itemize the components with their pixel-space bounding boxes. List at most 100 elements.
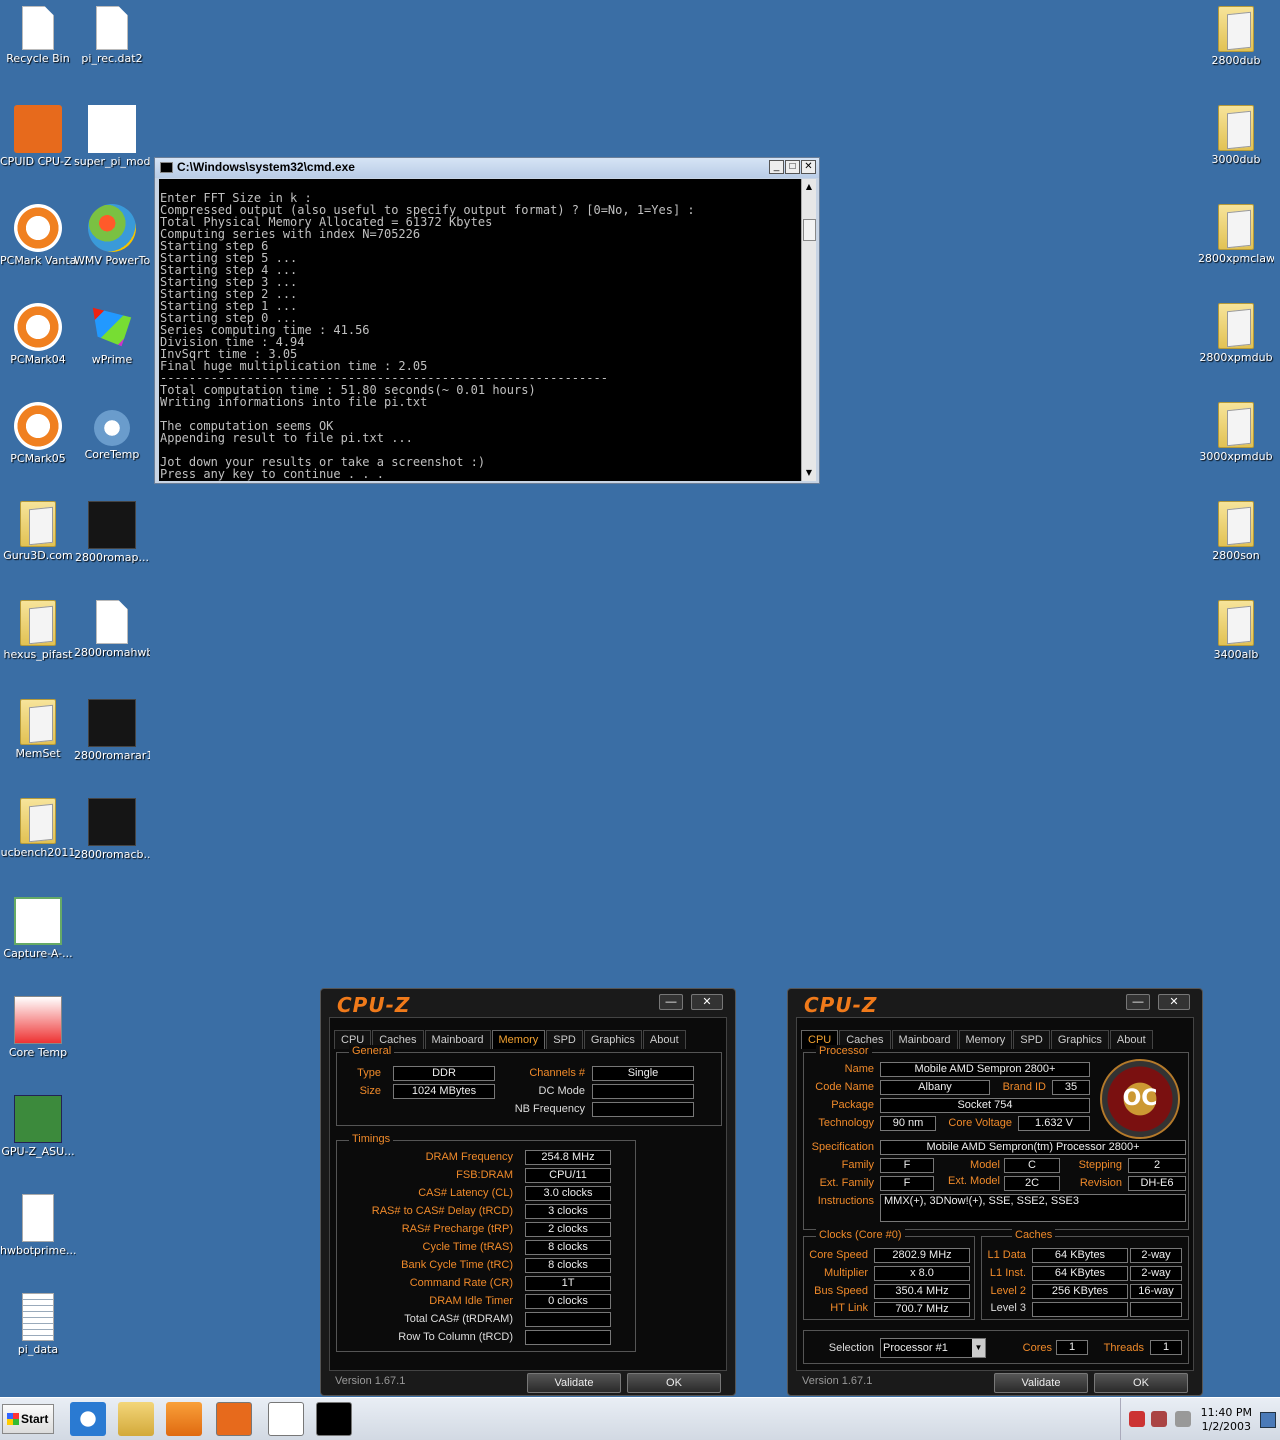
folder-icon [1218, 204, 1254, 250]
timing-label: DRAM Frequency [425, 1151, 513, 1163]
desktop-icon[interactable]: 2800xpmdub [1198, 303, 1274, 364]
desktop-icon[interactable]: PCMark04 [0, 303, 76, 366]
desktop-icon[interactable]: PCMark Vantage [0, 204, 76, 267]
cpuz-cpu-window[interactable]: CPU-Z — ✕ CPU Caches Mainboard Memory SPD Gra… [787, 988, 1203, 1396]
minimize-button[interactable]: — [1126, 994, 1150, 1010]
stepping-label: Stepping [1078, 1159, 1122, 1171]
tab-memory[interactable]: Memory [958, 1030, 1013, 1049]
desktop-icon[interactable]: GPU-Z_ASU... [0, 1095, 76, 1158]
ok-button[interactable]: OK [627, 1373, 721, 1393]
tab-spd[interactable]: SPD [546, 1030, 583, 1049]
processor-select[interactable]: Processor #1 [880, 1338, 986, 1358]
channels-value: Single [592, 1066, 694, 1081]
desktop-icon-label: 3400alb [1213, 648, 1259, 661]
volume-muted-icon[interactable] [1175, 1411, 1191, 1427]
timing-value: 0 clocks [525, 1294, 611, 1309]
close-button[interactable]: ✕ [691, 994, 723, 1010]
desktop-icon[interactable]: super_pi_mod [74, 105, 150, 168]
tab-spd[interactable]: SPD [1013, 1030, 1050, 1049]
timing-label: Bank Cycle Time (tRC) [401, 1259, 513, 1271]
tab-mainboard[interactable]: Mainboard [424, 1030, 491, 1049]
core-temp-icon [14, 996, 62, 1044]
tab-graphics[interactable]: Graphics [1050, 1030, 1109, 1049]
desktop-icon[interactable]: Capture-A-... [0, 897, 76, 960]
network-warning-icon[interactable] [1129, 1411, 1145, 1427]
desktop-icon-label: Capture-A-... [3, 947, 73, 960]
desktop-icon[interactable]: Core Temp [0, 996, 76, 1059]
desktop-icon[interactable]: CoreTemp [74, 402, 150, 461]
cmd-title-bar[interactable]: C:\Windows\system32\cmd.exe _ □ ✕ [155, 158, 819, 178]
desktop-icon[interactable]: 3000xpmdub [1198, 402, 1274, 463]
desktop-icon[interactable]: 3400alb [1198, 600, 1274, 661]
timing-label: Row To Column (tRCD) [398, 1331, 513, 1343]
desktop-icon[interactable]: 2800romap... [74, 501, 150, 564]
validate-button[interactable]: Validate [527, 1373, 621, 1393]
desktop-icon[interactable]: pi_rec.dat2 [74, 6, 150, 65]
close-button[interactable]: ✕ [801, 160, 816, 174]
tab-about[interactable]: About [642, 1030, 686, 1049]
desktop-icon[interactable]: 3000dub [1198, 105, 1274, 166]
timing-value: 3.0 clocks [525, 1186, 611, 1201]
cmd-icon[interactable] [316, 1402, 352, 1436]
level3-label: Level 3 [990, 1302, 1026, 1314]
desktop-icon[interactable]: Recycle Bin [0, 6, 76, 65]
desktop-icon[interactable]: 2800romarar1 [74, 699, 150, 762]
cpuz-logo: CPU-Z [337, 993, 411, 1017]
pcmark-icon [14, 204, 62, 252]
desktop-icon[interactable]: 2800xpmclaw [1198, 204, 1274, 265]
minimize-button[interactable]: _ [769, 160, 784, 174]
tab-about[interactable]: About [1109, 1030, 1153, 1049]
start-button[interactable]: Start [2, 1404, 54, 1434]
show-desktop-icon[interactable] [1260, 1412, 1276, 1428]
maximize-button[interactable]: □ [785, 160, 800, 174]
cpuz-oc-icon[interactable] [216, 1402, 252, 1436]
tab-memory[interactable]: Memory [491, 1030, 546, 1049]
ok-button[interactable]: OK [1094, 1373, 1188, 1393]
desktop-icon[interactable]: hwbotprime... [0, 1194, 76, 1257]
scroll-down-icon[interactable]: ▼ [802, 466, 816, 480]
desktop-icon[interactable]: 2800son [1198, 501, 1274, 562]
desktop-icon[interactable]: Guru3D.com [0, 501, 76, 562]
desktop-icon[interactable]: wPrime [74, 303, 150, 366]
system-tray: 11:40 PM 1/2/2003 [1120, 1398, 1280, 1440]
l1-inst-value: 64 KBytes [1032, 1266, 1128, 1281]
console-output[interactable]: Enter FFT Size in k : Compressed output … [159, 179, 803, 481]
super-pi-icon [88, 105, 136, 153]
cmd-window[interactable]: C:\Windows\system32\cmd.exe _ □ ✕ Enter … [154, 157, 820, 484]
instructions-label: Instructions [817, 1195, 874, 1207]
threads-value: 1 [1150, 1340, 1182, 1355]
media-player-icon[interactable] [166, 1402, 202, 1436]
desktop-icon[interactable]: hexus_pifast [0, 600, 76, 661]
vertical-scrollbar[interactable]: ▲ ▼ [801, 179, 816, 481]
internet-explorer-icon[interactable] [70, 1402, 106, 1436]
desktop-icon[interactable]: PCMark05 [0, 402, 76, 465]
validate-button[interactable]: Validate [994, 1373, 1088, 1393]
minimize-button[interactable]: — [659, 994, 683, 1010]
level2-way: 16-way [1130, 1284, 1182, 1299]
scroll-up-icon[interactable]: ▲ [802, 180, 816, 194]
group-title: General [349, 1045, 395, 1057]
desktop-icon[interactable]: pi_data [0, 1293, 76, 1356]
explorer-icon[interactable] [118, 1402, 154, 1436]
network-icon[interactable] [1151, 1411, 1167, 1427]
tab-mainboard[interactable]: Mainboard [891, 1030, 958, 1049]
image-icon [88, 501, 136, 549]
timing-value: 8 clocks [525, 1240, 611, 1255]
clock[interactable]: 11:40 PM 1/2/2003 [1201, 1406, 1252, 1434]
cpuz-memory-window[interactable]: CPU-Z — ✕ CPU Caches Mainboard Memory SPD Gra… [320, 988, 736, 1396]
desktop-icon[interactable]: 2800dub [1198, 6, 1274, 67]
desktop-icon[interactable]: 2800romahwb [74, 600, 150, 659]
folder-icon [1218, 6, 1254, 52]
desktop-icon[interactable]: 2800romacb... [74, 798, 150, 861]
desktop-icon[interactable]: CPUID CPU-Z OC [0, 105, 76, 168]
timing-value: 1T [525, 1276, 611, 1291]
tab-graphics[interactable]: Graphics [583, 1030, 642, 1049]
desktop-icon[interactable]: WMV PowerToy [74, 204, 150, 267]
capture-icon[interactable] [268, 1402, 304, 1436]
timing-label: RAS# to CAS# Delay (tRCD) [371, 1205, 513, 1217]
desktop-icon[interactable]: ucbench2011 [0, 798, 76, 859]
desktop-icon[interactable]: MemSet [0, 699, 76, 760]
close-button[interactable]: ✕ [1158, 994, 1190, 1010]
scroll-thumb[interactable] [803, 219, 816, 241]
chevron-down-icon[interactable]: ▼ [972, 1339, 985, 1357]
